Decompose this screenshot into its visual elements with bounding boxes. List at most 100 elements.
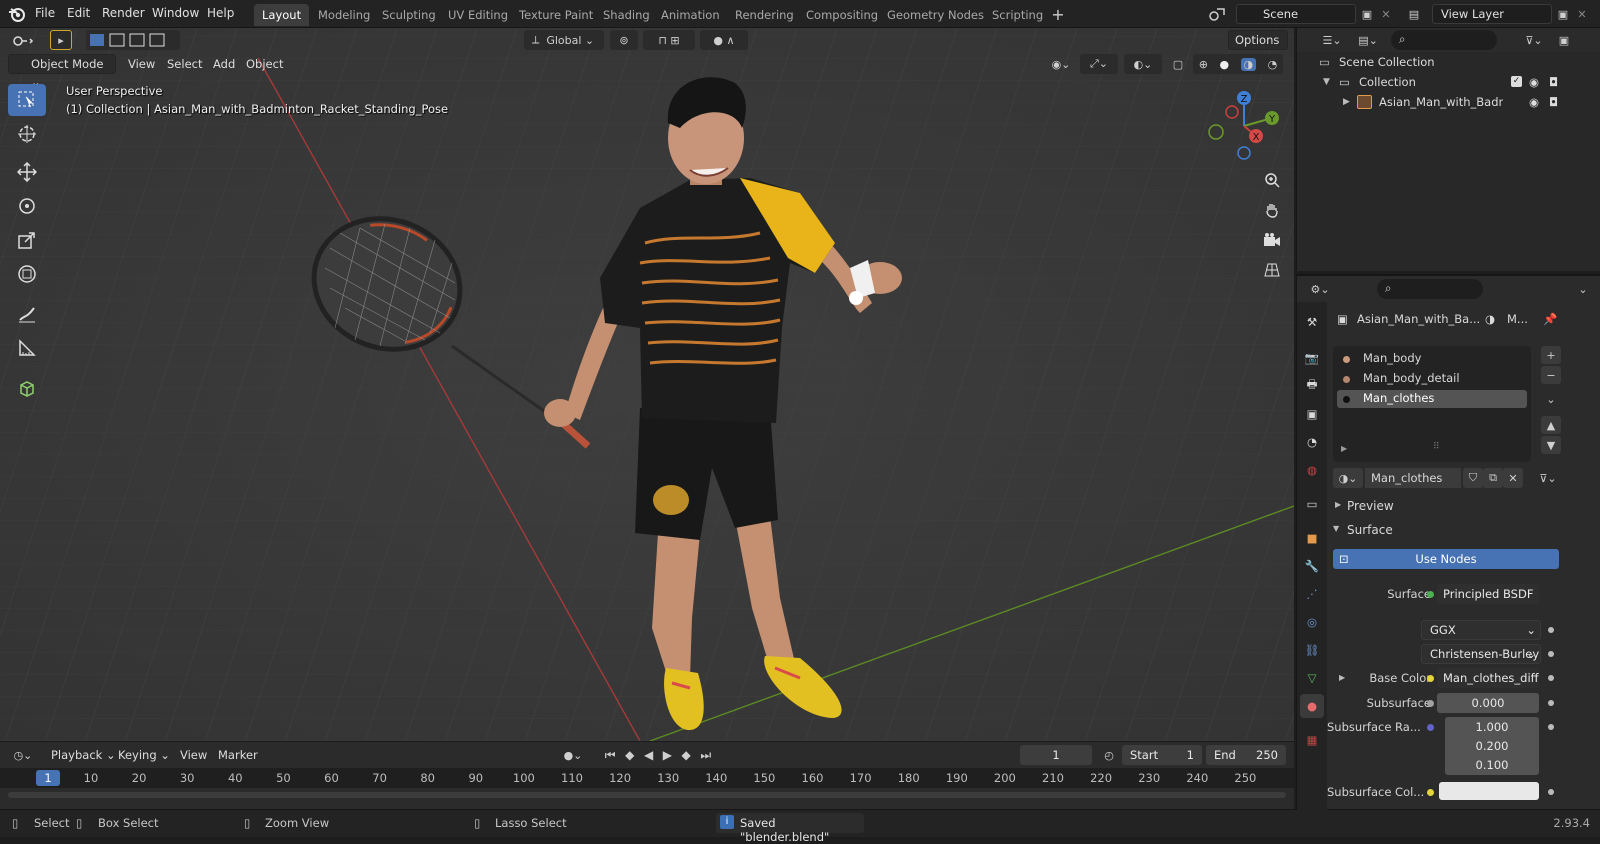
navigation-gizmo[interactable]: Z Y X [1200,86,1288,166]
tab-texture-paint[interactable]: Texture Paint [511,4,601,26]
scene-close-icon[interactable]: ✕ [1378,4,1394,24]
collection-tab-icon[interactable]: ▭ [1300,492,1324,516]
menu-render[interactable]: Render [102,0,145,28]
view-layer-field[interactable]: View Layer [1432,4,1552,24]
overlays-toggle-icon[interactable]: ◐⌄ [1124,54,1162,74]
physics-tab-icon[interactable]: ◎ [1300,610,1324,634]
timeline-scrollbar[interactable] [8,792,1286,798]
collection-checkbox[interactable]: ✓ [1511,76,1522,87]
object-expand-icon[interactable]: ▶ [1343,92,1350,112]
prev-keyframe-icon[interactable]: ◆ [625,748,634,762]
object-visibility-icon[interactable]: ◉ [1529,92,1539,112]
gizmo-toggle-icon[interactable]: ⤢⌄ [1080,54,1118,74]
viewport-menu-select[interactable]: Select [167,54,202,74]
measure-tool-icon[interactable] [8,332,46,364]
use-nodes-button[interactable]: ⊡ Use Nodes [1333,549,1559,569]
editor-type-icon[interactable] [8,30,38,52]
output-tab-icon[interactable]: 🖶 [1300,374,1324,398]
collection-visibility-icon[interactable]: ◉ [1529,72,1539,92]
tab-compositing[interactable]: Compositing [798,4,886,26]
select-box-tool[interactable] [8,84,46,116]
outliner-filter-icon[interactable]: ⊽⌄ [1519,30,1549,50]
menu-file[interactable]: File [35,0,55,28]
slot-specials-icon[interactable]: ⌄ [1541,390,1561,408]
material-slot-man-clothes[interactable]: Man_clothes [1337,390,1527,408]
scene-copy-icon[interactable]: ▣ [1358,4,1376,24]
timeline-menu-view[interactable]: View [180,745,207,765]
collection-render-icon[interactable]: ◘ [1549,72,1558,92]
timeline-menu-marker[interactable]: Marker [218,745,258,765]
render-tab-icon[interactable]: 📷 [1300,346,1324,370]
zoom-view-icon[interactable] [1258,166,1286,194]
pan-view-icon[interactable] [1258,196,1286,224]
scene-tab-icon[interactable]: ◔ [1300,430,1324,454]
preview-range-icon[interactable]: ◴ [1098,745,1120,765]
tab-animation[interactable]: Animation [653,4,728,26]
cursor-tool-icon[interactable] [8,118,46,150]
constraints-tab-icon[interactable]: ⛓ [1300,638,1324,662]
scene-selector-icon[interactable] [1205,4,1229,24]
menu-help[interactable]: Help [207,0,234,28]
subsurface-radius-y[interactable]: 0.200 [1445,736,1539,756]
view-layer-copy-icon[interactable]: ▣ [1554,4,1572,24]
shading-modes-icon[interactable]: ⊕ ● ◑ ◔ [1193,54,1283,74]
subsurface-keyframe-dot[interactable] [1548,700,1554,706]
fake-user-icon[interactable]: ⛉ [1463,468,1483,488]
subsurface-method-dropdown[interactable]: Christensen-Burley ⌄ [1421,644,1541,664]
wireframe-shading-icon[interactable]: ⊕ [1199,58,1208,71]
play-reverse-icon[interactable]: ◀ [644,748,653,762]
perspective-toggle-icon[interactable] [1258,256,1286,284]
add-cube-tool-icon[interactable] [8,372,46,404]
menu-edit[interactable]: Edit [67,0,90,28]
new-collection-icon[interactable]: ▣ [1553,30,1575,50]
properties-options-icon[interactable]: ⌄ [1573,279,1593,299]
properties-search-input[interactable]: ⌕ [1377,279,1483,299]
tab-rendering[interactable]: Rendering [727,4,802,26]
orientation-icon[interactable]: ⟂ Global ⌄ [524,30,604,50]
jump-start-icon[interactable]: ⏮ [605,748,616,763]
subsurface-field[interactable]: 0.000 [1437,693,1539,713]
move-slot-up-icon[interactable]: ▲ [1541,416,1561,434]
transform-tool-icon[interactable] [8,258,46,290]
move-slot-down-icon[interactable]: ▼ [1541,436,1561,454]
resize-handle-icon[interactable]: ⠿ [1433,442,1440,452]
preview-expand-icon[interactable]: ▶ [1335,500,1341,509]
tab-sculpting[interactable]: Sculpting [374,4,444,26]
unlink-material-icon[interactable]: ✕ [1503,468,1523,488]
surface-expand-icon[interactable]: ▼ [1333,524,1339,533]
timeline-menu-playback[interactable]: Playback ⌄ [51,745,116,765]
slot-expand-icon[interactable]: ▶ [1341,444,1347,453]
material-link-icon[interactable]: ⊽⌄ [1533,468,1563,488]
solid-shading-icon[interactable]: ● [1219,58,1229,71]
add-slot-icon[interactable]: + [1541,346,1561,364]
outliner-collection[interactable]: ▼ ▭ Collection ✓ ◉ ◘ [1297,72,1600,92]
world-tab-icon[interactable]: ◍ [1300,458,1324,482]
snapping-icon[interactable]: ⊓ ⊞ [643,30,695,50]
blender-logo-icon[interactable] [8,5,26,23]
material-shading-icon[interactable]: ◑ [1240,57,1257,71]
object-render-icon[interactable]: ◘ [1549,92,1558,112]
pin-icon[interactable]: 📌 [1543,312,1557,326]
properties-editor-icon[interactable]: ⚙⌄ [1305,279,1335,299]
display-mode-icon[interactable]: ▤⌄ [1353,30,1383,50]
xray-toggle-icon[interactable]: ▢ [1168,54,1188,74]
tab-modeling[interactable]: Modeling [310,4,378,26]
view-layer-tab-icon[interactable]: ▣ [1300,402,1324,426]
surface-shader-field[interactable]: Principled BSDF [1437,584,1539,604]
jump-end-icon[interactable]: ⏭ [700,748,711,763]
menu-window[interactable]: Window [152,0,199,28]
browse-material-icon[interactable]: ◑⌄ [1333,468,1363,488]
object-tab-icon[interactable]: ■ [1300,526,1324,550]
base-color-keyframe-dot[interactable] [1548,675,1554,681]
selection-modes-icon[interactable] [86,30,180,50]
surface-panel-header[interactable]: ▼ Surface [1327,520,1600,542]
view-layer-icon[interactable]: ▤ [1402,4,1426,24]
scale-tool-icon[interactable] [8,224,46,256]
tab-uv-editing[interactable]: UV Editing [440,4,516,26]
annotate-tool-icon[interactable] [8,298,46,330]
texture-tab-icon[interactable]: ▦ [1300,728,1324,752]
viewport-menu-add[interactable]: Add [213,54,235,74]
rotate-tool-icon[interactable] [8,190,46,222]
subsurface-method-keyframe-dot[interactable] [1548,651,1554,657]
tab-scripting[interactable]: Scripting [984,4,1051,26]
